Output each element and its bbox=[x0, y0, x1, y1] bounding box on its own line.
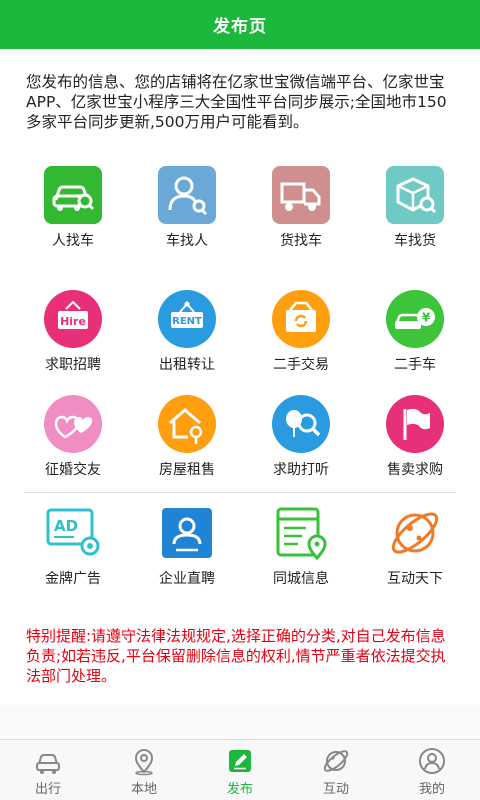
category-label: 互动天下 bbox=[387, 571, 443, 587]
category-label: 二手车 bbox=[394, 357, 436, 373]
intro-text: 您发布的信息、您的店铺将在亿家世宝微信端平台、亿家世宝APP、亿家世宝小程序三大… bbox=[26, 73, 447, 131]
svg-text:RENT: RENT bbox=[172, 316, 202, 327]
category-interact-world[interactable]: 互动天下 bbox=[358, 504, 472, 588]
tab-label: 我的 bbox=[418, 782, 445, 797]
category-label: 货找车 bbox=[280, 233, 322, 249]
category-buy-sell[interactable]: 售卖求购 bbox=[358, 395, 472, 479]
category-label: 同城信息 bbox=[273, 571, 329, 587]
category-label: 二手交易 bbox=[273, 357, 329, 373]
user-icon bbox=[417, 746, 447, 776]
category-label: 求职招聘 bbox=[45, 357, 101, 373]
category-label: 人找车 bbox=[52, 233, 94, 249]
tab-travel[interactable]: 出行 bbox=[0, 740, 96, 800]
tab-publish[interactable]: 发布 bbox=[192, 740, 288, 800]
package-search-icon bbox=[386, 166, 444, 224]
category-car-find-cargo[interactable]: 车找货 bbox=[358, 166, 472, 250]
category-second-hand[interactable]: 二手交易 bbox=[244, 290, 358, 374]
ad-board-icon: AD bbox=[44, 504, 102, 562]
bottom-spacer bbox=[0, 705, 480, 739]
category-housing[interactable]: 房屋租售 bbox=[130, 395, 244, 479]
category-label: 车找人 bbox=[166, 233, 208, 249]
svg-text:¥: ¥ bbox=[422, 311, 431, 325]
category-cargo-find-car[interactable]: 货找车 bbox=[244, 166, 358, 250]
category-label: 房屋租售 bbox=[159, 462, 215, 478]
category-label: 征婚交友 bbox=[45, 462, 101, 478]
category-rent-transfer[interactable]: RENT 出租转让 bbox=[130, 290, 244, 374]
web-location-icon bbox=[272, 504, 330, 562]
category-row-business: AD 金牌广告 企业直聘 同城信息 互动天下 bbox=[0, 504, 480, 588]
category-label: 出租转让 bbox=[159, 357, 215, 373]
tab-label: 互动 bbox=[322, 782, 349, 797]
category-gold-ad[interactable]: AD 金牌广告 bbox=[16, 504, 130, 588]
category-label: 金牌广告 bbox=[45, 571, 101, 587]
category-person-find-car[interactable]: 人找车 bbox=[16, 166, 130, 250]
section-divider bbox=[24, 492, 456, 493]
category-row-services: Hire 求职招聘 RENT 出租转让 二手交易 ¥ 二手车 bbox=[0, 290, 480, 374]
used-car-icon: ¥ bbox=[386, 290, 444, 348]
svg-text:Hire: Hire bbox=[60, 315, 86, 328]
tab-mine[interactable]: 我的 bbox=[384, 740, 480, 800]
category-label: 求助打听 bbox=[273, 462, 329, 478]
app-header: 发布页 bbox=[0, 0, 480, 49]
id-card-icon bbox=[158, 504, 216, 562]
exchange-box-icon bbox=[272, 290, 330, 348]
category-local-info[interactable]: 同城信息 bbox=[244, 504, 358, 588]
house-key-icon bbox=[158, 395, 216, 453]
hearts-icon bbox=[44, 395, 102, 453]
category-car-find-person[interactable]: 车找人 bbox=[130, 166, 244, 250]
page-title: 发布页 bbox=[213, 17, 267, 37]
tab-local[interactable]: 本地 bbox=[96, 740, 192, 800]
rent-sign-icon: RENT bbox=[158, 290, 216, 348]
category-label: 企业直聘 bbox=[159, 571, 215, 587]
tab-interact[interactable]: 互动 bbox=[288, 740, 384, 800]
tab-label: 本地 bbox=[130, 782, 157, 797]
balloon-search-icon bbox=[272, 395, 330, 453]
edit-icon bbox=[225, 746, 255, 776]
category-jobs[interactable]: Hire 求职招聘 bbox=[16, 290, 130, 374]
category-company-hiring[interactable]: 企业直聘 bbox=[130, 504, 244, 588]
svg-text:AD: AD bbox=[54, 517, 78, 535]
person-search-icon bbox=[158, 166, 216, 224]
category-label: 售卖求购 bbox=[387, 462, 443, 478]
car-search-icon bbox=[44, 166, 102, 224]
bottom-tab-bar: 出行 本地 发布 互动 我的 bbox=[0, 739, 480, 800]
planet-outline-icon bbox=[321, 746, 351, 776]
category-used-car[interactable]: ¥ 二手车 bbox=[358, 290, 472, 374]
category-row-life: 征婚交友 房屋租售 求助打听 售卖求购 bbox=[0, 395, 480, 479]
location-pin-icon bbox=[129, 746, 159, 776]
category-row-transport: 人找车 车找人 货找车 车找货 bbox=[0, 166, 480, 250]
truck-icon bbox=[272, 166, 330, 224]
category-help-inquiry[interactable]: 求助打听 bbox=[244, 395, 358, 479]
tab-label: 出行 bbox=[34, 782, 61, 797]
flag-icon bbox=[386, 395, 444, 453]
hire-sign-icon: Hire bbox=[44, 290, 102, 348]
tab-label: 发布 bbox=[226, 782, 253, 797]
car-outline-icon bbox=[33, 746, 63, 776]
category-dating[interactable]: 征婚交友 bbox=[16, 395, 130, 479]
category-label: 车找货 bbox=[394, 233, 436, 249]
legal-notice: 特别提醒:请遵守法律法规规定,选择正确的分类,对自己发布信息负责;如若违反,平台… bbox=[26, 627, 446, 685]
planet-icon bbox=[386, 504, 444, 562]
